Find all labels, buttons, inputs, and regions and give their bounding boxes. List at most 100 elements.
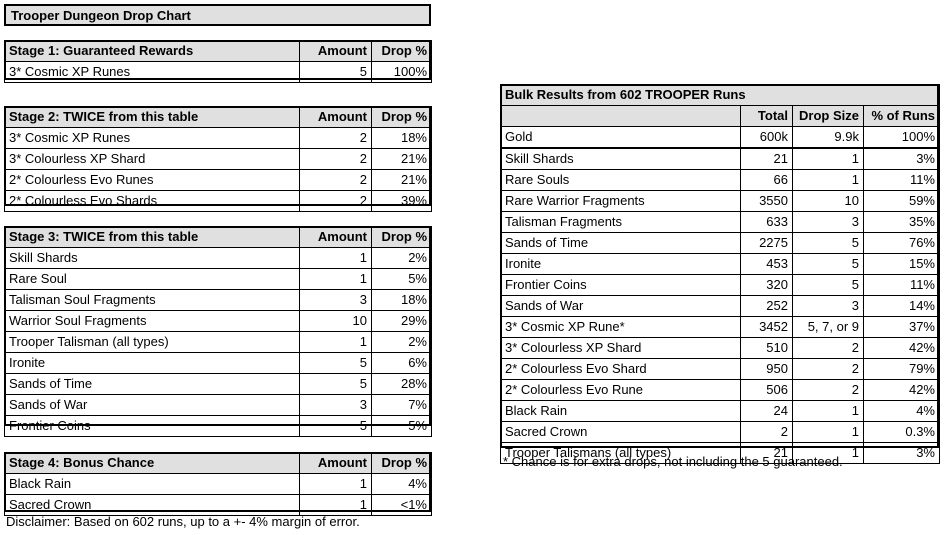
cell-drop-pct: 28% (371, 373, 432, 395)
cell-amount: 1 (299, 473, 372, 495)
cell-drop-pct: 100% (371, 61, 432, 83)
cell-amount: 1 (299, 268, 372, 290)
stage3-header-droppct: Drop % (371, 226, 432, 248)
cell-item: Frontier Coins (500, 274, 741, 296)
cell-drop-pct: 5% (371, 268, 432, 290)
cell-amount: 5 (299, 352, 372, 374)
table-row: Sacred Crown 2 1 0.3% (500, 421, 940, 443)
table-row: Gold 600k 9.9k 100% (500, 126, 940, 149)
cell-drop-pct: 21% (371, 169, 432, 191)
cell-total: 2 (740, 421, 793, 443)
cell-pct-runs: 15% (863, 253, 940, 275)
cell-item: Skill Shards (500, 147, 741, 170)
bulk-header-row: Total Drop Size% of Runs (500, 105, 940, 127)
bulk-title: Bulk Results from 602 TROOPER Runs (500, 84, 940, 106)
cell-total: 252 (740, 295, 793, 317)
cell-item: 3* Cosmic XP Rune* (500, 316, 741, 338)
cell-pct-runs: 11% (863, 274, 940, 296)
cell-pct-runs: 14% (863, 295, 940, 317)
table-row: 2* Colourless Evo Runes 2 21% (4, 169, 432, 191)
stage2-header-amount: Amount (299, 106, 372, 128)
table-row: Ironite 5 6% (4, 352, 432, 374)
cell-item: Rare Souls (500, 169, 741, 191)
cell-item: Gold (500, 126, 741, 149)
disclaimer-text: Disclaimer: Based on 602 runs, up to a +… (6, 514, 360, 529)
cell-pct-runs: 79% (863, 358, 940, 380)
table-row: Sands of Time 2275 5 76% (500, 232, 940, 254)
bulk-results-body: Bulk Results from 602 TROOPER Runs Total D… (500, 84, 940, 464)
stage4-body: Stage 4: Bonus Chance Amount Drop % Black R… (4, 452, 432, 516)
cell-drop-pct: 4% (371, 473, 432, 495)
cell-drop-size: 1 (792, 147, 864, 170)
cell-total: 950 (740, 358, 793, 380)
cell-amount: 1 (299, 247, 372, 269)
cell-item: 2* Colourless Evo Rune (500, 379, 741, 401)
cell-total: 633 (740, 211, 793, 233)
bulk-title-row: Bulk Results from 602 TROOPER Runs (500, 84, 940, 106)
table-row: Rare Souls 66 1 11% (500, 169, 940, 191)
table-row: Sacred Crown 1 <1% (4, 494, 432, 516)
cell-drop-size: 2 (792, 379, 864, 401)
cell-pct-runs: 11% (863, 169, 940, 191)
bulk-header-total: Total (740, 105, 793, 127)
cell-item: 2* Colourless Evo Shards (4, 190, 300, 212)
cell-pct-runs: 42% (863, 379, 940, 401)
cell-pct-runs: 100% (863, 126, 940, 149)
cell-total: 2275 (740, 232, 793, 254)
table-row: Black Rain 1 4% (4, 473, 432, 495)
page-title: Trooper Dungeon Drop Chart (4, 4, 431, 26)
stage1-header-title: Stage 1: Guaranteed Rewards (4, 40, 300, 62)
cell-item: Talisman Soul Fragments (4, 289, 300, 311)
cell-drop-size: 9.9k (792, 126, 864, 149)
table-row: Sands of War 252 3 14% (500, 295, 940, 317)
cell-item: Rare Soul (4, 268, 300, 290)
stage4-header-title: Stage 4: Bonus Chance (4, 452, 300, 474)
footnote-text: * Chance is for extra drops, not includi… (503, 454, 843, 469)
table-row: 3* Colourless XP Shard 2 21% (4, 148, 432, 170)
table-row: 2* Colourless Evo Rune 506 2 42% (500, 379, 940, 401)
cell-item: Ironite (4, 352, 300, 374)
cell-total: 66 (740, 169, 793, 191)
cell-drop-size: 5 (792, 232, 864, 254)
cell-drop-size: 2 (792, 337, 864, 359)
cell-amount: 5 (299, 373, 372, 395)
cell-item: Skill Shards (4, 247, 300, 269)
cell-total: 3452 (740, 316, 793, 338)
table-row: 3* Colourless XP Shard 510 2 42% (500, 337, 940, 359)
cell-total: 21 (740, 147, 793, 170)
cell-drop-pct: 2% (371, 247, 432, 269)
bulk-results-table: Bulk Results from 602 TROOPER Runs Total D… (500, 84, 940, 464)
cell-drop-size: 5 (792, 253, 864, 275)
cell-pct-runs: 37% (863, 316, 940, 338)
cell-total: 510 (740, 337, 793, 359)
table-row: Rare Warrior Fragments 3550 10 59% (500, 190, 940, 212)
stage4-header-row: Stage 4: Bonus Chance Amount Drop % (4, 452, 432, 474)
stage3-header-row: Stage 3: TWICE from this table Amount Drop… (4, 226, 432, 248)
cell-total: 24 (740, 400, 793, 422)
table-row: Talisman Fragments 633 3 35% (500, 211, 940, 233)
cell-pct-runs: 0.3% (863, 421, 940, 443)
table-row: Sands of Time 5 28% (4, 373, 432, 395)
stage3-header-title: Stage 3: TWICE from this table (4, 226, 300, 248)
stage2-header-title: Stage 2: TWICE from this table (4, 106, 300, 128)
cell-amount: 10 (299, 310, 372, 332)
cell-item: Sands of Time (500, 232, 741, 254)
cell-item: 3* Cosmic XP Runes (4, 61, 300, 83)
table-row: Skill Shards 21 1 3% (500, 147, 940, 170)
cell-item: Sacred Crown (4, 494, 300, 516)
table-row: Black Rain 24 1 4% (500, 400, 940, 422)
table-row: Warrior Soul Fragments 10 29% (4, 310, 432, 332)
cell-item: 2* Colourless Evo Runes (4, 169, 300, 191)
stage2-table: Stage 2: TWICE from this table Amount Drop… (4, 106, 432, 212)
cell-pct-runs: 3% (863, 147, 940, 170)
cell-item: 3* Colourless XP Shard (4, 148, 300, 170)
cell-pct-runs: 76% (863, 232, 940, 254)
cell-item: 2* Colourless Evo Shard (500, 358, 741, 380)
cell-pct-runs: 3% (863, 442, 940, 464)
cell-item: Trooper Talisman (all types) (4, 331, 300, 353)
cell-amount: 2 (299, 169, 372, 191)
stage1-header-row: Stage 1: Guaranteed Rewards Amount Drop % (4, 40, 432, 62)
stage1-table: Stage 1: Guaranteed Rewards Amount Drop % 3… (4, 40, 432, 83)
cell-amount: 1 (299, 494, 372, 516)
stage4-table: Stage 4: Bonus Chance Amount Drop % Black R… (4, 452, 432, 516)
